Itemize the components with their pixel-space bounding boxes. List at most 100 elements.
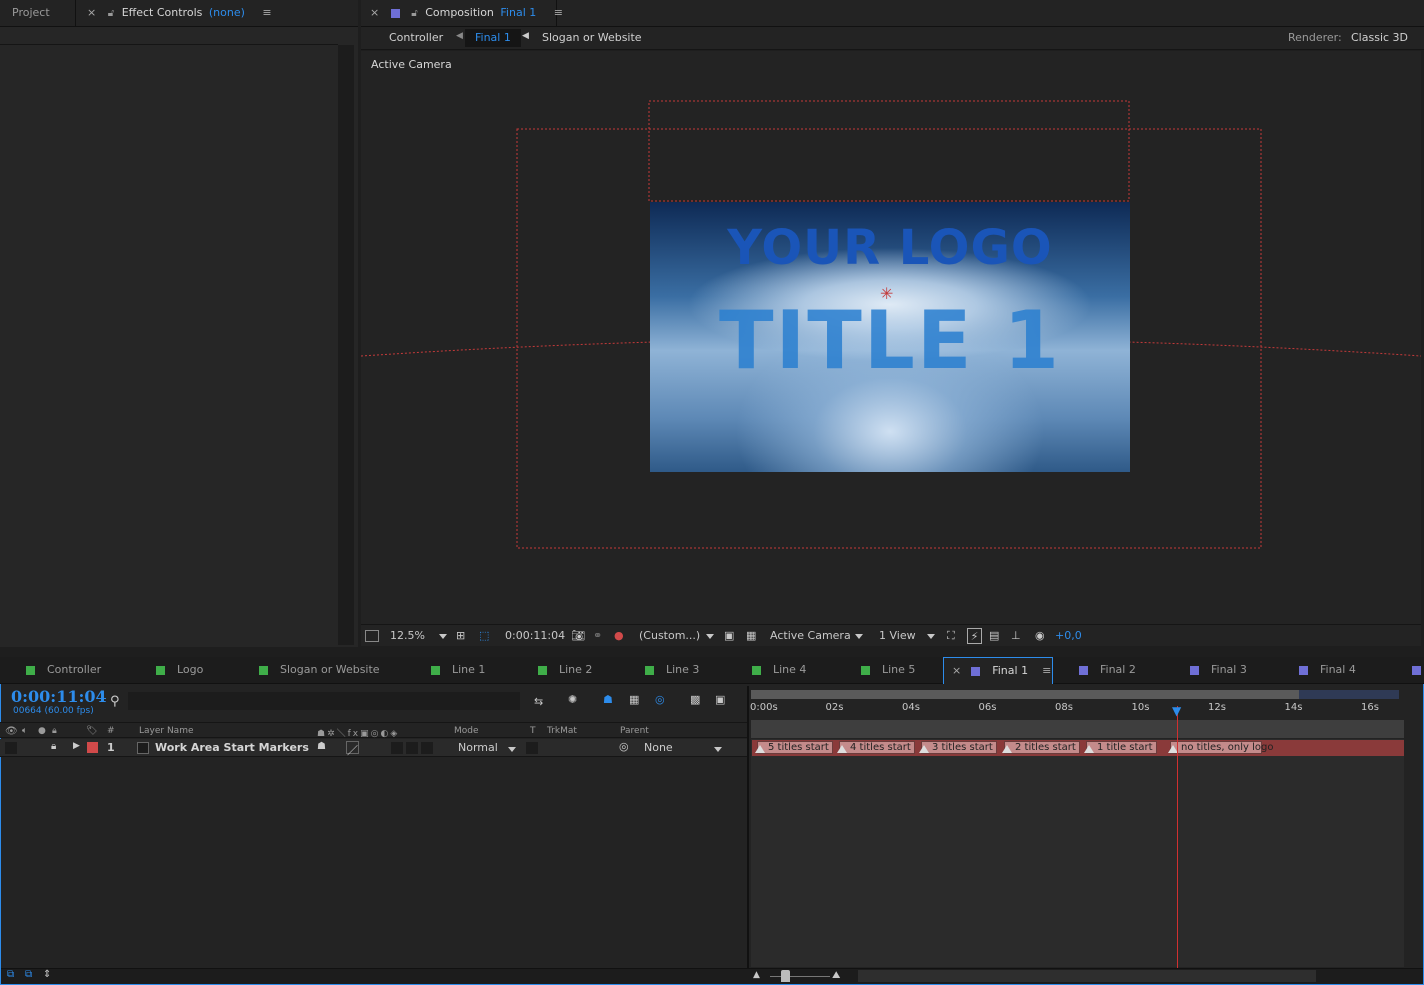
renderer-value[interactable]: Classic 3D [1351,31,1408,44]
zoom-out-icon[interactable]: ▲ [753,970,760,980]
timeline-icon[interactable]: ▤ [989,628,999,644]
mask-outline-icon[interactable]: ⬚ [479,628,489,644]
parent-dropdown-icon[interactable] [714,742,722,755]
timeline-tab-slogan-or-website[interactable]: Slogan or Website [253,657,380,683]
nav-final-1[interactable]: Final 1 [465,29,521,47]
lock-icon[interactable]: 🔓︎ [411,8,417,19]
timeline-tab-final-4[interactable]: Final 4 [1293,657,1356,683]
tab-project[interactable]: Project [0,0,76,26]
panel-menu-icon[interactable]: ≡ [262,6,271,19]
timeline-tab-line-1[interactable]: Line 1 [425,657,485,683]
timeline-tab-line-2[interactable]: Line 2 [532,657,592,683]
zoom-in-icon[interactable]: ⛰ [832,970,840,981]
comp-mini-flowchart-icon[interactable]: ⇆ [534,695,543,708]
zoom-value[interactable]: 12.5% [390,628,425,644]
transparency-grid-icon[interactable]: ▦ [746,628,756,644]
playhead-line[interactable] [1177,706,1178,968]
nav-controller[interactable]: Controller [389,31,443,44]
work-area-bar[interactable] [751,690,1399,699]
region-of-interest-icon[interactable]: ▣ [724,628,734,644]
panel-splitter[interactable] [747,686,749,968]
comp-frame[interactable]: YOUR LOGO TITLE 1 ✳ [650,202,1130,472]
work-area-range[interactable] [751,690,1299,699]
tab-composition[interactable]: × 🔓︎ Composition Final 1 ≡ [361,0,563,26]
layer-marker[interactable]: 3 titles start [919,741,997,754]
layer-marker[interactable]: 1 title start [1084,741,1157,754]
work-area-strip[interactable] [751,720,1404,738]
timeline-tab-final-3[interactable]: Final 3 [1184,657,1247,683]
column-layer-name[interactable]: Layer Name [139,726,194,736]
nav-slogan[interactable]: Slogan or Website [542,31,642,44]
transfer-controls-toggle-icon[interactable]: ⧉ [25,969,32,980]
trkmat-box[interactable] [526,742,538,754]
zoom-slider-thumb[interactable] [781,970,790,982]
view-layout-value[interactable]: 1 View [879,628,916,644]
reset-exposure-icon[interactable]: ◉ [1035,628,1045,644]
time-ruler[interactable] [751,700,1404,720]
timeline-tab-controller[interactable]: Controller [20,657,101,683]
resolution-dropdown-icon[interactable] [706,628,714,644]
expand-arrow-icon[interactable]: ▶ [73,741,80,751]
shy-layers-icon[interactable]: ☗ [603,693,613,706]
camera-view-value[interactable]: Active Camera [770,628,851,644]
timeline-tab-logo[interactable]: Logo [150,657,203,683]
color-channels-icon[interactable]: ● [614,628,624,644]
in-out-toggle-icon[interactable]: ⇕ [43,969,51,980]
playhead-handle-icon[interactable]: ▼ [1172,704,1181,718]
flowchart-icon[interactable]: ⊥ [1011,628,1021,644]
camera-dropdown-icon[interactable] [855,628,863,644]
exposure-value[interactable]: +0,0 [1055,628,1082,644]
zoom-dropdown-icon[interactable] [439,628,447,644]
layer-marker[interactable]: 4 titles start [837,741,915,754]
composition-viewer[interactable]: Active Camera YOUR LOGO TITLE 1 ✳ [361,51,1421,624]
mode-value[interactable]: Normal [458,741,498,754]
horizontal-scrollbar[interactable] [858,970,1316,982]
draft-3d-icon[interactable]: ✺ [568,693,577,706]
layer-search-input[interactable] [128,692,520,710]
zoom-slider[interactable] [770,976,830,977]
layer-marker[interactable]: 5 titles start [755,741,833,754]
parent-value[interactable]: None [644,741,673,754]
resolution-value[interactable]: (Custom...) [639,628,700,644]
mode-dropdown-icon[interactable] [508,742,516,755]
search-icon[interactable]: ⚲ [110,694,120,709]
layer-marker[interactable]: no titles, only logo [1168,741,1273,754]
layer-name[interactable]: Work Area Start Markers [155,741,309,754]
close-icon[interactable]: × [87,6,96,19]
timeline-tab-final-2[interactable]: Final 2 [1073,657,1136,683]
switch-box[interactable] [421,742,433,754]
lock-icon[interactable]: 🔓︎ [108,8,114,19]
graph-editor-icon[interactable]: ▩ [690,693,700,706]
tab-effect-controls[interactable]: × 🔓︎ Effect Controls (none) ≡ [77,0,357,26]
fast-previews-icon[interactable]: ⚡︎ [967,628,982,644]
switch-box[interactable] [406,742,418,754]
parent-pickwhip-icon[interactable]: ◎ [619,740,629,753]
current-time-display[interactable]: 0:00:11:04 [505,628,565,644]
layer-marker[interactable]: 2 titles start [1002,741,1080,754]
timeline-tab-final-1[interactable]: × Final 1 ≡ [943,657,1053,685]
timeline-tab-line-5[interactable]: Line 5 [855,657,915,683]
snapshot-icon[interactable]: 📷︎ [571,628,585,644]
layer-label-color[interactable] [87,742,98,753]
show-snapshot-icon[interactable]: ⚭ [593,628,602,644]
quality-switch-icon[interactable]: ／ [346,741,359,757]
toggle-pixel-aspect-icon[interactable]: ⛶ [947,628,955,644]
close-icon[interactable]: × [370,6,379,19]
always-preview-icon[interactable] [365,630,379,642]
anchor-point-icon[interactable]: ✳ [880,284,893,303]
current-time[interactable]: 0:00:11:04 [11,687,107,706]
shy-switch-icon[interactable]: ☗ [317,741,326,752]
view-layout-dropdown-icon[interactable] [927,628,935,644]
track-area[interactable] [751,739,1404,967]
frame-blending-icon[interactable]: ▦ [629,693,639,706]
motion-blur-icon[interactable]: ◎ [655,693,665,706]
vertical-scrollbar[interactable] [338,45,354,645]
switch-box[interactable] [391,742,403,754]
video-toggle[interactable] [5,742,17,754]
layer-lock-icon[interactable]: 🔒︎ [51,741,56,752]
panel-menu-icon[interactable]: ≡ [1042,664,1051,677]
timeline-tab-line-3[interactable]: Line 3 [639,657,699,683]
timeline-tab-line-4[interactable]: Line 4 [746,657,806,683]
close-icon[interactable]: × [952,664,961,677]
brainstorm-icon[interactable]: ▣ [715,693,725,706]
